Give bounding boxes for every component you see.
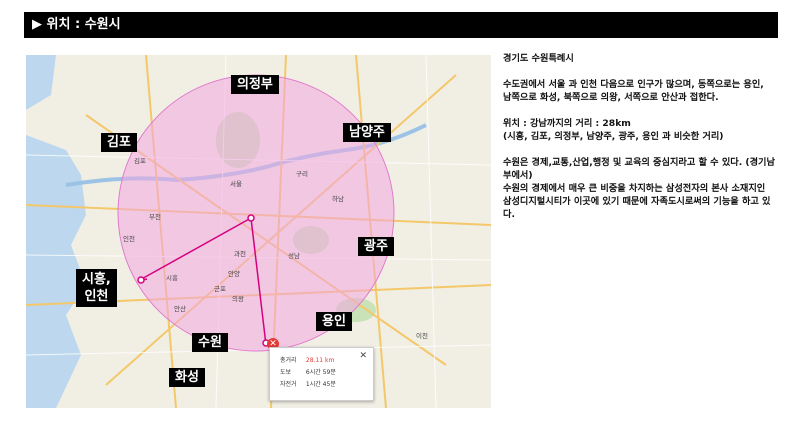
map-label-guri: 구리 <box>296 170 308 178</box>
route-start-point <box>247 214 255 222</box>
route-info-popup: ✕ 총거리 28.11 km 도보 6시간 59분 자전거 1시간 45분 <box>269 347 374 401</box>
economy-line-1: 수원은 경제,교통,산업,행정 및 교육의 중심지라고 할 수 있다. (경기남… <box>503 157 775 181</box>
popup-close-icon[interactable]: ✕ <box>359 351 367 361</box>
city-label-yongin: 용인 <box>316 312 352 331</box>
popup-row-bike: 자전거 1시간 45분 <box>280 380 336 390</box>
map-label-gunpo: 군포 <box>214 285 226 293</box>
bike-value: 1시간 45분 <box>305 381 336 388</box>
walk-value: 6시간 59분 <box>305 369 336 376</box>
description-location-paragraph: 수도권에서 서울 과 인천 다음으로 인구가 많으며, 동쪽으로는 용인, 남쪽… <box>503 79 764 103</box>
map-label-siheung: 시흥 <box>166 274 178 282</box>
sea-area-north <box>26 55 56 110</box>
distance-label: 총거리 <box>280 357 297 364</box>
walk-label: 도보 <box>280 369 292 376</box>
map-label-gwacheon: 과천 <box>234 250 246 258</box>
bike-label: 자전거 <box>280 381 297 388</box>
distance-value: 28.11 km <box>305 357 335 364</box>
description-distance-paragraph: 위치 : 강남까지의 거리 : 28km (시흥, 김포, 의정부, 남양주, … <box>503 117 775 143</box>
popup-row-distance: 총거리 28.11 km <box>280 356 334 366</box>
page-title: ▶ 위치 : 수원시 <box>32 17 121 32</box>
map-label-hanam: 하남 <box>332 195 344 203</box>
page-title-bar: ▶ 위치 : 수원시 <box>24 12 778 38</box>
city-label-suwon: 수원 <box>192 333 228 352</box>
map-label-anyang: 안양 <box>228 270 240 278</box>
map-label-gimpo-small: 김포 <box>134 157 146 165</box>
description-heading: 경기도 수원특례시 <box>503 53 574 64</box>
city-label-namyangju: 남양주 <box>343 123 391 142</box>
description-economy-paragraph: 수원은 경제,교통,산업,행정 및 교육의 중심지라고 할 수 있다. (경기남… <box>503 156 775 221</box>
map-label-incheon: 인천 <box>123 235 135 243</box>
description-panel: 경기도 수원특례시 수도권에서 서울 과 인천 다음으로 인구가 많으며, 동쪽… <box>503 52 775 234</box>
map-label-seongnam: 성남 <box>288 252 300 260</box>
map-canvas <box>26 55 491 408</box>
map-label-bucheon: 부천 <box>149 213 161 221</box>
city-label-gimpo: 김포 <box>101 133 137 152</box>
city-label-gwangju: 광주 <box>358 237 394 256</box>
map-label-icheon: 이천 <box>416 332 428 340</box>
map-panel[interactable]: ✕ 서울 인천 부천 안양 과천 군포 의왕 안산 시흥 구리 하남 성남 김포… <box>26 55 491 408</box>
economy-line-2: 수원의 경제에서 매우 큰 비중을 차지하는 삼성전자의 본사 소재지인 삼성디… <box>503 183 771 220</box>
distance-line: 위치 : 강남까지의 거리 : 28km <box>503 118 631 129</box>
map-label-seoul: 서울 <box>230 180 242 188</box>
city-label-hwaseong: 화성 <box>169 368 205 387</box>
similar-distance-line: (시흥, 김포, 의정부, 남양주, 광주, 용인 과 비슷한 거리) <box>503 131 724 142</box>
map-label-uiwang: 의왕 <box>232 295 244 303</box>
city-label-siheung-incheon: 시흥, 인천 <box>76 269 117 307</box>
city-label-uijeongbu: 의정부 <box>231 75 279 94</box>
popup-row-walk: 도보 6시간 59분 <box>280 368 336 378</box>
map-label-ansan: 안산 <box>174 305 186 313</box>
route-west-point <box>137 276 145 284</box>
